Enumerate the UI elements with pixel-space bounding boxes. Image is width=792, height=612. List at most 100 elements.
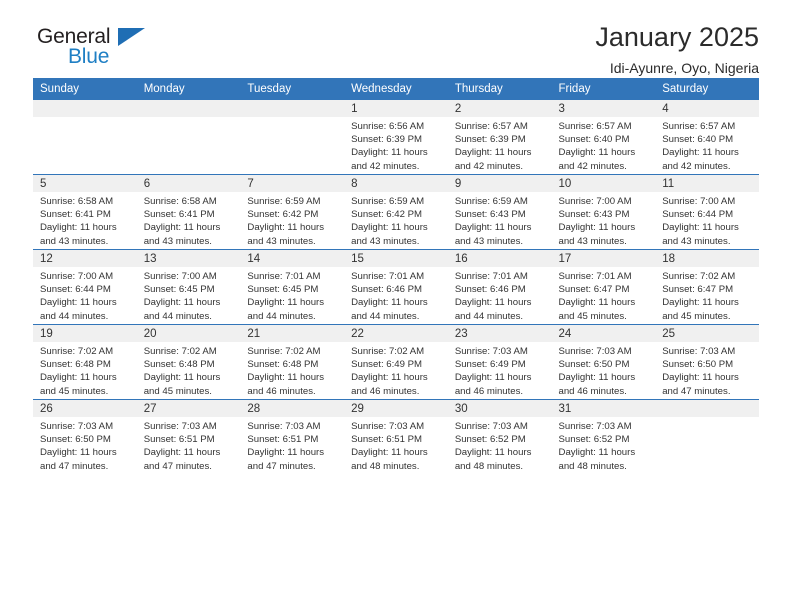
day-daylight-line2-text: and 42 minutes. <box>558 160 627 172</box>
day-cell[interactable]: 5 Sunrise: 6:58 AM Sunset: 6:41 PM Daylight… <box>33 174 137 250</box>
day-daylight-line1-text: Daylight: 11 hours <box>143 372 221 384</box>
day-daylight-line1-text: Daylight: 11 hours <box>351 447 428 459</box>
day-details: Sunrise: 6:59 AM Sunset: 6:42 PM Daylight:… <box>344 192 448 248</box>
day-daylight-line2-text: and 43 minutes. <box>40 235 109 247</box>
day-number: 2 <box>447 100 552 117</box>
calendar-week-row: 1 Sunrise: 6:56 AM Sunset: 6:39 PM Daylight… <box>33 100 759 175</box>
day-cell[interactable]: 15 Sunrise: 7:01 AM Sunset: 6:46 PM Dayligh… <box>344 249 448 325</box>
day-daylight-line2-text: and 43 minutes. <box>351 235 420 247</box>
day-cell[interactable]: 30 Sunrise: 7:03 AM Sunset: 6:52 PM Dayligh… <box>447 399 552 474</box>
page-title: January 2025 <box>595 22 759 52</box>
day-sunset-text: Sunset: 6:41 PM <box>143 209 215 221</box>
day-number: 26 <box>33 400 137 417</box>
day-sunrise-text: Sunrise: 6:58 AM <box>40 196 114 207</box>
day-cell[interactable]: 19 Sunrise: 7:02 AM Sunset: 6:48 PM Dayligh… <box>33 324 137 400</box>
day-details: Sunrise: 7:03 AM Sunset: 6:50 PM Daylight:… <box>655 342 759 398</box>
day-number: 27 <box>136 400 241 417</box>
day-details: Sunrise: 6:57 AM Sunset: 6:39 PM Daylight:… <box>448 117 552 173</box>
day-cell[interactable]: 2 Sunrise: 6:57 AM Sunset: 6:39 PM Daylight… <box>447 100 552 175</box>
day-cell[interactable]: 11 Sunrise: 7:00 AM Sunset: 6:44 PM Dayligh… <box>655 174 759 250</box>
day-details <box>137 117 241 120</box>
day-number: 13 <box>136 250 241 267</box>
day-details: Sunrise: 7:03 AM Sunset: 6:50 PM Daylight:… <box>552 342 656 398</box>
day-details: Sunrise: 7:03 AM Sunset: 6:51 PM Daylight:… <box>240 417 344 473</box>
day-sunset-text: Sunset: 6:43 PM <box>558 209 630 221</box>
weekday-header-tuesday: Tuesday <box>240 78 345 100</box>
day-cell[interactable]: 8 Sunrise: 6:59 AM Sunset: 6:42 PM Daylight… <box>344 174 448 250</box>
day-daylight-line1-text: Daylight: 11 hours <box>454 447 532 459</box>
day-cell[interactable]: 17 Sunrise: 7:01 AM Sunset: 6:47 PM Dayligh… <box>551 249 656 325</box>
general-blue-logo[interactable]: General Blue <box>37 26 167 74</box>
day-cell[interactable]: 10 Sunrise: 7:00 AM Sunset: 6:43 PM Dayligh… <box>551 174 656 250</box>
day-daylight-line2-text: and 43 minutes. <box>662 235 731 247</box>
day-cell[interactable]: 16 Sunrise: 7:01 AM Sunset: 6:46 PM Dayligh… <box>447 249 552 325</box>
day-cell[interactable]: 31 Sunrise: 7:03 AM Sunset: 6:52 PM Dayligh… <box>551 399 656 474</box>
day-daylight-line2-text: and 47 minutes. <box>247 460 316 472</box>
day-daylight-line2-text: and 42 minutes. <box>454 160 524 172</box>
day-daylight-line2-text: and 43 minutes. <box>454 235 524 247</box>
day-daylight-line2-text: and 47 minutes. <box>40 460 109 472</box>
day-details: Sunrise: 6:57 AM Sunset: 6:40 PM Daylight:… <box>655 117 759 173</box>
day-details: Sunrise: 7:03 AM Sunset: 6:51 PM Daylight:… <box>344 417 448 473</box>
day-sunset-text: Sunset: 6:46 PM <box>351 284 423 296</box>
day-cell[interactable]: 22 Sunrise: 7:02 AM Sunset: 6:49 PM Dayligh… <box>344 324 448 400</box>
day-sunrise-text: Sunrise: 7:00 AM <box>40 271 114 282</box>
day-cell[interactable]: 23 Sunrise: 7:03 AM Sunset: 6:49 PM Dayligh… <box>447 324 552 400</box>
day-cell[interactable]: 21 Sunrise: 7:02 AM Sunset: 6:48 PM Dayligh… <box>240 324 345 400</box>
day-number: 8 <box>344 175 448 192</box>
day-sunset-text: Sunset: 6:51 PM <box>247 434 319 446</box>
day-details: Sunrise: 6:57 AM Sunset: 6:40 PM Daylight:… <box>552 117 656 173</box>
day-daylight-line1-text: Daylight: 11 hours <box>40 222 117 234</box>
day-details: Sunrise: 6:58 AM Sunset: 6:41 PM Daylight:… <box>33 192 137 248</box>
day-number: 4 <box>655 100 759 117</box>
day-cell[interactable]: 3 Sunrise: 6:57 AM Sunset: 6:40 PM Daylight… <box>551 100 656 175</box>
day-cell[interactable]: 14 Sunrise: 7:01 AM Sunset: 6:45 PM Dayligh… <box>240 249 345 325</box>
day-daylight-line2-text: and 47 minutes. <box>662 385 731 397</box>
weekday-header-row: Sunday Monday Tuesday Wednesday Thursday… <box>33 78 759 100</box>
day-cell[interactable]: 29 Sunrise: 7:03 AM Sunset: 6:51 PM Dayligh… <box>344 399 448 474</box>
day-number: 22 <box>344 325 448 342</box>
day-cell[interactable]: 25 Sunrise: 7:03 AM Sunset: 6:50 PM Dayligh… <box>655 324 759 400</box>
day-cell[interactable]: 13 Sunrise: 7:00 AM Sunset: 6:45 PM Dayligh… <box>136 249 241 325</box>
day-number <box>240 100 345 117</box>
weekday-header-thursday: Thursday <box>447 78 552 100</box>
day-sunset-text: Sunset: 6:40 PM <box>662 134 734 146</box>
day-sunrise-text: Sunrise: 7:00 AM <box>558 196 632 207</box>
day-details: Sunrise: 7:02 AM Sunset: 6:47 PM Daylight:… <box>655 267 759 323</box>
day-number: 14 <box>240 250 345 267</box>
day-sunset-text: Sunset: 6:48 PM <box>40 359 111 371</box>
day-cell[interactable]: 4 Sunrise: 6:57 AM Sunset: 6:40 PM Daylight… <box>655 100 759 175</box>
day-daylight-line2-text: and 47 minutes. <box>143 460 212 472</box>
day-sunrise-text: Sunrise: 7:03 AM <box>143 421 217 432</box>
day-daylight-line2-text: and 42 minutes. <box>662 160 731 172</box>
day-details: Sunrise: 7:01 AM Sunset: 6:46 PM Daylight:… <box>448 267 552 323</box>
calendar-week-row: 26 Sunrise: 7:03 AM Sunset: 6:50 PM Dayligh… <box>33 399 759 474</box>
day-details: Sunrise: 7:02 AM Sunset: 6:49 PM Daylight:… <box>344 342 448 398</box>
day-cell[interactable]: 27 Sunrise: 7:03 AM Sunset: 6:51 PM Dayligh… <box>136 399 241 474</box>
calendar-week-row: 5 Sunrise: 6:58 AM Sunset: 6:41 PM Daylight… <box>33 174 759 250</box>
calendar-page: General Blue January 2025 Idi-Ayunre, Oy… <box>0 0 792 612</box>
day-sunrise-text: Sunrise: 7:02 AM <box>662 271 736 282</box>
day-details: Sunrise: 7:01 AM Sunset: 6:47 PM Daylight:… <box>552 267 656 323</box>
day-number: 17 <box>551 250 656 267</box>
day-cell-empty <box>136 100 241 175</box>
day-sunset-text: Sunset: 6:44 PM <box>40 284 111 296</box>
day-cell[interactable]: 1 Sunrise: 6:56 AM Sunset: 6:39 PM Daylight… <box>344 100 448 175</box>
day-number: 24 <box>551 325 656 342</box>
day-cell[interactable]: 7 Sunrise: 6:59 AM Sunset: 6:42 PM Daylight… <box>240 174 345 250</box>
calendar-week-row: 19 Sunrise: 7:02 AM Sunset: 6:48 PM Dayligh… <box>33 324 759 400</box>
day-cell[interactable]: 18 Sunrise: 7:02 AM Sunset: 6:47 PM Dayligh… <box>655 249 759 325</box>
day-cell[interactable]: 28 Sunrise: 7:03 AM Sunset: 6:51 PM Dayligh… <box>240 399 345 474</box>
day-sunset-text: Sunset: 6:42 PM <box>247 209 319 221</box>
day-details: Sunrise: 7:00 AM Sunset: 6:45 PM Daylight:… <box>137 267 241 323</box>
day-cell[interactable]: 6 Sunrise: 6:58 AM Sunset: 6:41 PM Daylight… <box>136 174 241 250</box>
day-sunrise-text: Sunrise: 6:57 AM <box>454 121 528 132</box>
day-cell[interactable]: 20 Sunrise: 7:02 AM Sunset: 6:48 PM Dayligh… <box>136 324 241 400</box>
day-cell[interactable]: 9 Sunrise: 6:59 AM Sunset: 6:43 PM Daylight… <box>447 174 552 250</box>
day-cell[interactable]: 26 Sunrise: 7:03 AM Sunset: 6:50 PM Dayligh… <box>33 399 137 474</box>
day-sunset-text: Sunset: 6:42 PM <box>351 209 423 221</box>
day-daylight-line1-text: Daylight: 11 hours <box>40 447 117 459</box>
day-cell[interactable]: 24 Sunrise: 7:03 AM Sunset: 6:50 PM Dayligh… <box>551 324 656 400</box>
day-cell[interactable]: 12 Sunrise: 7:00 AM Sunset: 6:44 PM Dayligh… <box>33 249 137 325</box>
day-number: 21 <box>240 325 345 342</box>
